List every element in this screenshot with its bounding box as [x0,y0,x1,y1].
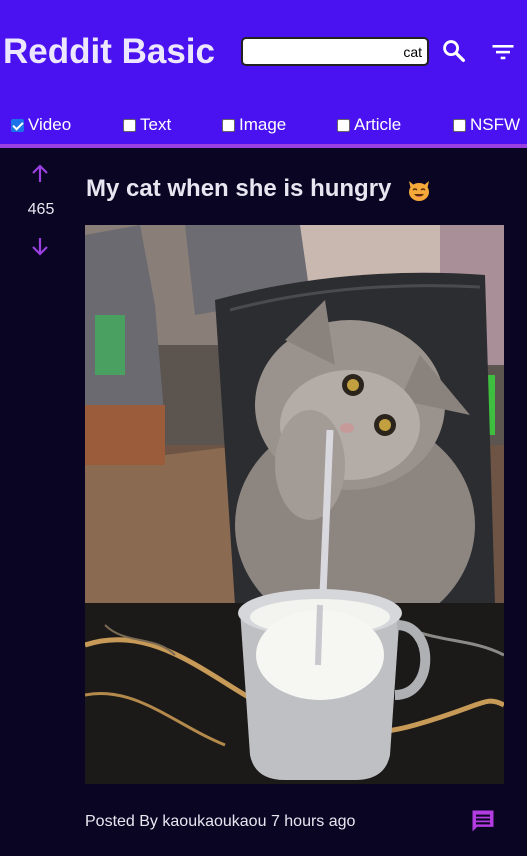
app-title[interactable]: Reddit Basic [3,30,215,74]
filter-image[interactable]: Image [222,112,286,138]
filter-button[interactable] [489,38,517,66]
filter-nsfw[interactable]: NSFW [453,112,520,138]
filter-video-checkbox[interactable] [11,118,24,132]
arrow-down-icon [32,238,48,256]
filter-icon [492,45,514,60]
cat-emoji-icon [409,180,430,201]
app-header: Reddit Basic Video Text Image Articl [0,0,527,146]
post-image[interactable] [85,225,504,784]
arrow-up-icon [32,164,48,182]
filter-video[interactable]: Video [11,112,71,138]
post-author[interactable]: kaoukaoukaou [162,813,266,830]
downvote-button[interactable] [28,234,52,258]
posted-by-label: Posted By [85,813,158,830]
filter-image-checkbox[interactable] [222,118,235,132]
post-score: 465 [27,201,55,218]
cat-drinking-milk-photo [85,225,504,784]
filter-text-label: Text [140,115,172,134]
search-input[interactable] [241,37,429,66]
comments-button[interactable] [469,807,497,835]
filter-text-checkbox[interactable] [123,118,136,132]
filter-article[interactable]: Article [337,112,401,138]
comment-icon [472,810,494,832]
post-type-filters: Video Text Image Article NSFW [0,112,527,138]
filter-nsfw-label: NSFW [470,115,521,134]
filter-article-label: Article [354,115,402,134]
filter-video-label: Video [28,115,72,134]
post-meta: Posted By kaoukaoukaou 7 hours ago [85,812,355,832]
upvote-button[interactable] [28,162,52,186]
header-divider [0,144,527,148]
filter-nsfw-checkbox[interactable] [453,118,466,132]
search-icon [443,40,465,62]
search-button[interactable] [440,37,468,65]
filter-image-label: Image [239,115,287,134]
post-title-text: My cat when she is hungry [86,175,392,202]
post-title[interactable]: My cat when she is hungry [86,172,506,206]
filter-text[interactable]: Text [123,112,171,138]
filter-article-checkbox[interactable] [337,118,350,132]
post-time: 7 hours ago [270,813,356,830]
